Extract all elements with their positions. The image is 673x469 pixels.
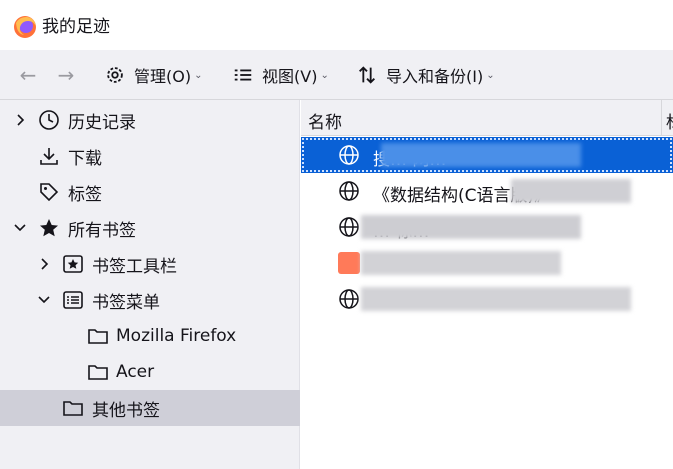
folder-icon	[88, 329, 108, 344]
back-arrow-icon[interactable]: ←	[16, 63, 40, 87]
view-menu-button[interactable]: 视图(V) ⌄	[232, 60, 329, 90]
sidebar-item-label: Mozilla Firefox	[116, 326, 237, 346]
import-backup-menu-button[interactable]: 导入和备份(I) ⌄	[356, 60, 495, 90]
sidebar-item-history[interactable]: 历史记录	[0, 102, 300, 138]
manage-label: 管理(O)	[134, 67, 192, 86]
forward-arrow-icon[interactable]: →	[54, 63, 78, 87]
list-item[interactable]: …	[301, 245, 673, 281]
sidebar-item-other-bookmarks[interactable]: 其他书签	[0, 390, 300, 426]
import-export-icon	[359, 66, 375, 84]
column-header-tags[interactable]: 标	[666, 108, 673, 133]
column-divider[interactable]	[661, 100, 662, 135]
list-item[interactable]: 搜… 网…	[301, 137, 673, 173]
globe-icon	[339, 217, 359, 237]
manage-menu-button[interactable]: 管理(O) ⌄	[104, 60, 202, 90]
star-icon	[40, 219, 58, 237]
folder-icon	[63, 401, 83, 416]
sidebar-item-bookmarks-toolbar[interactable]: 书签工具栏	[0, 246, 300, 282]
sidebar-item-folder-mozilla-firefox[interactable]: Mozilla Firefox	[0, 318, 300, 354]
tag-icon	[40, 183, 59, 202]
sidebar-item-all-bookmarks[interactable]: 所有书签	[0, 210, 300, 246]
sidebar-item-label: 下载	[68, 148, 102, 169]
globe-icon	[339, 289, 359, 309]
title-bar: 我的足迹	[0, 0, 673, 50]
blurred-region	[361, 251, 561, 275]
globe-icon	[339, 145, 359, 165]
site-favicon-icon	[338, 252, 360, 274]
gear-icon	[107, 67, 123, 83]
star-box-icon	[63, 255, 83, 273]
view-label: 视图(V)	[262, 67, 318, 86]
list-header: 名称 标	[301, 100, 673, 136]
sidebar-item-folder-acer[interactable]: Acer	[0, 354, 300, 390]
sidebar-item-label: Acer	[116, 362, 155, 382]
folder-icon	[88, 365, 108, 380]
bookmark-list: 名称 标 搜… 网… 《数据结构(C语言版)》 … 标… … …	[301, 100, 673, 469]
column-header-name[interactable]: 名称	[308, 108, 342, 133]
sidebar-item-bookmarks-menu[interactable]: 书签菜单	[0, 282, 300, 318]
sidebar-item-label: 其他书签	[92, 400, 160, 421]
list-item[interactable]: …	[301, 281, 673, 317]
sidebar-item-tags[interactable]: 标签	[0, 174, 300, 210]
chevron-down-icon: ⌄	[486, 69, 495, 81]
sidebar-item-label: 所有书签	[68, 220, 136, 241]
sidebar-item-downloads[interactable]: 下载	[0, 138, 300, 174]
sidebar: 历史记录 下载 标签 所有书签 书签工具栏 书签菜单 Mozilla Firef…	[0, 100, 300, 469]
chevron-right-icon[interactable]	[38, 257, 52, 271]
download-icon	[40, 148, 58, 165]
sidebar-item-label: 历史记录	[68, 112, 136, 133]
sidebar-item-label: 书签菜单	[92, 292, 160, 313]
sidebar-item-label: 书签工具栏	[92, 256, 177, 277]
list-icon	[63, 291, 83, 309]
chevron-down-icon: ⌄	[194, 69, 203, 81]
window-title: 我的足迹	[42, 17, 110, 37]
sidebar-item-label: 标签	[68, 184, 102, 205]
blurred-region	[511, 179, 631, 203]
list-view-icon	[234, 69, 252, 81]
import-backup-label: 导入和备份(I)	[386, 67, 484, 86]
chevron-down-icon: ⌄	[320, 69, 329, 81]
blurred-region	[381, 143, 581, 167]
clock-icon	[39, 110, 59, 130]
list-item[interactable]: … 标…	[301, 209, 673, 245]
chevron-down-icon[interactable]	[13, 221, 27, 235]
chevron-right-icon[interactable]	[14, 113, 28, 127]
blurred-region	[361, 215, 581, 239]
firefox-logo-icon	[14, 16, 36, 38]
chevron-down-icon[interactable]	[37, 293, 51, 307]
blurred-region	[361, 287, 631, 311]
globe-icon	[339, 181, 359, 201]
toolbar: ← → 管理(O) ⌄ 视图(V) ⌄ 导入和备份(I) ⌄	[0, 50, 673, 100]
list-item[interactable]: 《数据结构(C语言版)》	[301, 173, 673, 209]
